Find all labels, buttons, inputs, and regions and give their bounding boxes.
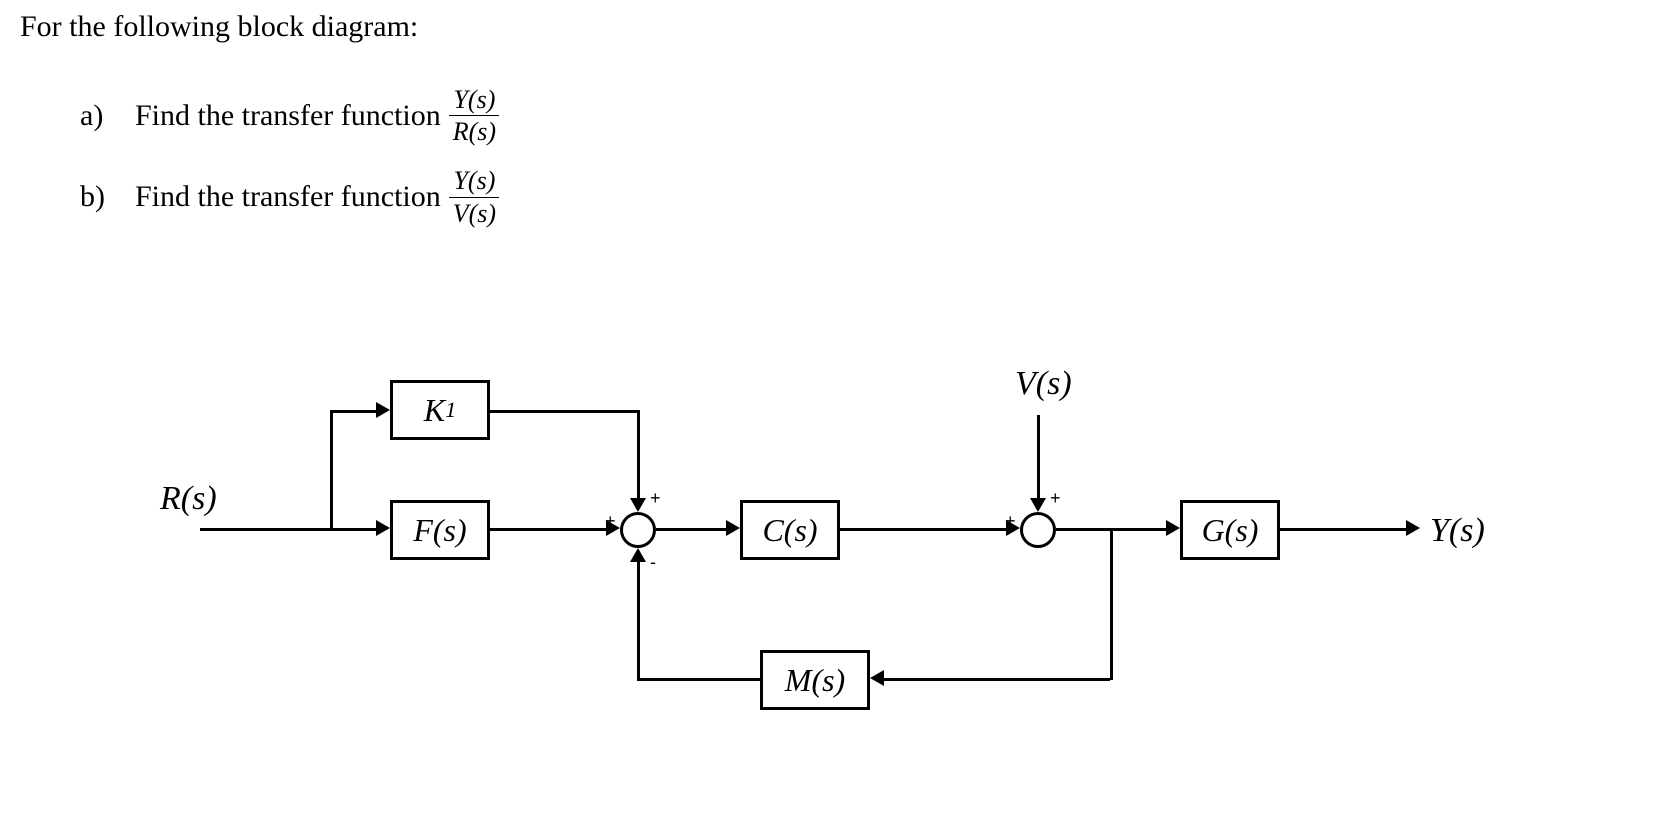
arrow-V-to-sj2 (1030, 498, 1046, 512)
input-signal-label: R(s) (160, 480, 217, 518)
line-feedback-to-M (882, 678, 1110, 681)
fraction-b-num: Y(s) (449, 165, 499, 197)
question-b-text: Find the transfer function (135, 180, 441, 214)
block-K1-sub: 1 (445, 397, 456, 423)
sj1-sign-bottom: - (650, 552, 656, 573)
fraction-a-num: Y(s) (449, 84, 499, 116)
arrow-M-to-sj1 (630, 548, 646, 562)
question-b-label: b) (80, 180, 115, 214)
block-C: C(s) (740, 500, 840, 560)
arrow-feedback-to-M (870, 670, 884, 686)
summing-junction-2 (1020, 512, 1056, 548)
fraction-b: Y(s) V(s) (449, 165, 500, 228)
block-M: M(s) (760, 650, 870, 710)
fraction-b-den: V(s) (449, 198, 500, 229)
disturbance-signal-label: V(s) (1015, 365, 1072, 403)
summing-junction-1 (620, 512, 656, 548)
line-to-K1 (330, 410, 378, 413)
line-M-out-h (637, 678, 760, 681)
line-branch-vertical (330, 410, 333, 530)
line-G-to-Y (1280, 528, 1408, 531)
line-F-to-sj1 (490, 528, 608, 531)
line-to-F (330, 528, 378, 531)
question-a: a) Find the transfer function Y(s) R(s) (80, 84, 1657, 147)
question-a-label: a) (80, 99, 115, 133)
line-feedback-down (1110, 528, 1113, 680)
arrow-G-to-Y (1406, 520, 1420, 536)
sj1-sign-top: + (650, 488, 661, 509)
output-signal-label: Y(s) (1430, 512, 1485, 550)
question-b: b) Find the transfer function Y(s) V(s) (80, 165, 1657, 228)
block-K1-base: K (424, 392, 445, 429)
question-a-text: Find the transfer function (135, 99, 441, 133)
sj2-sign-top: + (1050, 488, 1061, 509)
prompt-text: For the following block diagram: (20, 10, 1657, 44)
line-input (200, 528, 330, 531)
arrow-sj2-to-G (1166, 520, 1180, 536)
fraction-a-den: R(s) (449, 116, 500, 147)
fraction-a: Y(s) R(s) (449, 84, 500, 147)
arrow-to-F (376, 520, 390, 536)
line-sj1-to-C (656, 528, 728, 531)
arrow-C-to-sj2 (1006, 520, 1020, 536)
arrow-K1-to-sj1 (630, 498, 646, 512)
question-b-body: Find the transfer function Y(s) V(s) (135, 165, 500, 228)
arrow-F-to-sj1 (606, 520, 620, 536)
question-list: a) Find the transfer function Y(s) R(s) … (80, 84, 1657, 229)
line-K1-out-h (490, 410, 637, 413)
block-F: F(s) (390, 500, 490, 560)
block-G: G(s) (1180, 500, 1280, 560)
arrow-to-K1 (376, 402, 390, 418)
question-a-body: Find the transfer function Y(s) R(s) (135, 84, 500, 147)
block-K1: K1 (390, 380, 490, 440)
line-M-out-v (637, 560, 640, 680)
line-C-to-sj2 (840, 528, 1008, 531)
arrow-sj1-to-C (726, 520, 740, 536)
line-V-to-sj2 (1037, 415, 1040, 500)
line-K1-out-v (637, 410, 640, 500)
block-diagram: R(s) V(s) Y(s) K1 F(s) C(s) G(s) M(s) + … (140, 360, 1590, 760)
